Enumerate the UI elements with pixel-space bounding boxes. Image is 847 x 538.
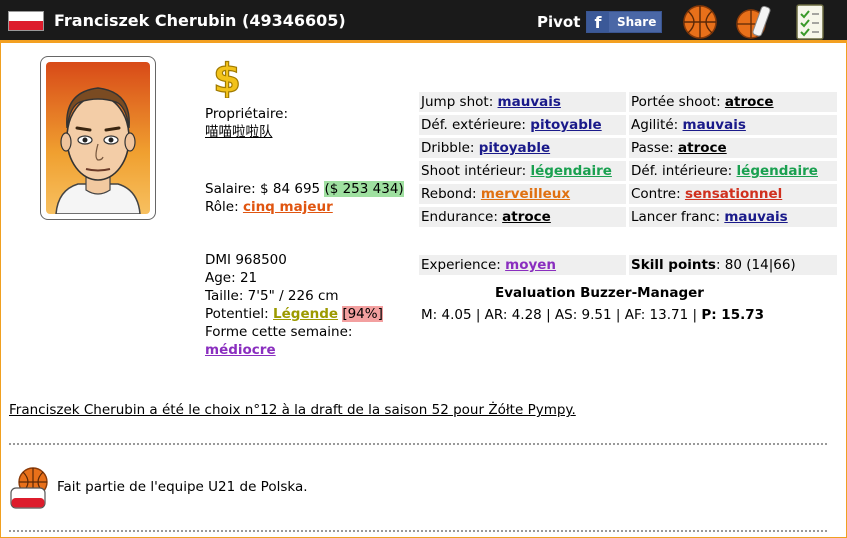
skill-label: Contre:	[631, 186, 685, 202]
skill-label: Endurance:	[421, 209, 503, 225]
skill-label: Jump shot:	[421, 94, 498, 110]
skill-value-link[interactable]: sensationnel	[685, 186, 782, 202]
checklist-icon[interactable]	[789, 2, 833, 42]
skill-shot-range: Portée shoot: atroce	[629, 92, 837, 112]
skill-value-link[interactable]: mauvais	[724, 209, 787, 225]
salary-label: Salaire: $ 84 695	[205, 181, 325, 197]
poland-flag-icon	[8, 11, 44, 31]
player-face-image	[55, 87, 141, 214]
age-text: Age: 21	[205, 270, 258, 286]
skill-value-link[interactable]: pitoyable	[479, 140, 550, 156]
facebook-icon: f	[587, 12, 609, 32]
skill-label: Portée shoot:	[631, 94, 725, 110]
evaluation-line: M: 4.05 | AR: 4.28 | AS: 9.51 | AF: 13.7…	[421, 307, 764, 323]
skill-value-link[interactable]: merveilleux	[481, 186, 570, 202]
role-line: Rôle: cinq majeur	[205, 198, 333, 216]
skill-value-link[interactable]: atroce	[678, 140, 727, 156]
experience-label: Experience:	[421, 257, 506, 273]
skill-value-link[interactable]: atroce	[725, 94, 774, 110]
potential-label: Potentiel:	[205, 306, 274, 322]
share-label: Share	[617, 15, 657, 29]
skill-value-link[interactable]: légendaire	[530, 163, 611, 179]
owner-name-link[interactable]: 喵喵啦啦队	[205, 123, 273, 141]
dollar-icon: $	[212, 56, 241, 98]
skill-points-row: Skill points: 80 (14|66)	[629, 255, 837, 275]
skill-inside-defense: Déf. intérieure: légendaire	[629, 161, 837, 181]
skill-free-throw: Lancer franc: mauvais	[629, 207, 837, 227]
basketball-bottle-icon[interactable]	[733, 2, 777, 42]
form-link[interactable]: médiocre	[205, 342, 276, 358]
experience-link[interactable]: moyen	[505, 257, 556, 273]
player-portrait	[40, 56, 156, 220]
player-header: Franciszek Cherubin (49346605) Pivot f S…	[0, 0, 847, 43]
skill-value-link[interactable]: mauvais	[683, 117, 746, 133]
player-title: Franciszek Cherubin (49346605)	[54, 11, 346, 30]
form-label: Forme cette semaine:	[205, 324, 353, 340]
dmi-text: DMI 968500	[205, 252, 287, 268]
form-link-line: médiocre	[205, 341, 276, 359]
skill-outside-defense: Déf. extérieure: pitoyable	[419, 115, 626, 135]
skill-value-link[interactable]: atroce	[502, 209, 551, 225]
skill-points-value: : 80 (14|66)	[715, 257, 796, 273]
team-membership-text: Fait partie de l'equipe U21 de Polska.	[57, 479, 308, 495]
skill-inside-shot: Shoot intérieur: légendaire	[419, 161, 626, 181]
owner-label: Propriétaire:	[205, 106, 289, 122]
skill-label: Shoot intérieur:	[421, 163, 531, 179]
salary-line: Salaire: $ 84 695 ($ 253 434)	[205, 180, 404, 198]
evaluation-p-value: P: 15.73	[701, 307, 765, 323]
role-label: Rôle:	[205, 199, 243, 215]
role-link[interactable]: cinq majeur	[243, 199, 333, 215]
player-position: Pivot	[537, 13, 581, 31]
skill-rebounding: Rebond: merveilleux	[419, 184, 626, 204]
potential-line: Potentiel: Légende [94%]	[205, 305, 383, 323]
skill-stamina: Endurance: atroce	[419, 207, 626, 227]
skill-label: Agilité:	[631, 117, 683, 133]
svg-text:$: $	[213, 56, 241, 98]
skill-points-label: Skill points	[631, 257, 716, 273]
skill-label: Passe:	[631, 140, 679, 156]
skill-jump-shot: Jump shot: mauvais	[419, 92, 626, 112]
skill-value-link[interactable]: pitoyable	[530, 117, 601, 133]
skill-value-link[interactable]: mauvais	[498, 94, 561, 110]
skill-label: Rebond:	[421, 186, 481, 202]
evaluation-values: M: 4.05 | AR: 4.28 | AS: 9.51 | AF: 13.7…	[421, 307, 702, 323]
skill-blocking: Contre: sensationnel	[629, 184, 837, 204]
experience-row: Experience: moyen	[419, 255, 626, 275]
skill-label: Lancer franc:	[631, 209, 725, 225]
skill-passing: Passe: atroce	[629, 138, 837, 158]
dotted-divider	[9, 443, 827, 445]
skill-dribble: Dribble: pitoyable	[419, 138, 626, 158]
skill-agility: Agilité: mauvais	[629, 115, 837, 135]
skill-value-link[interactable]: légendaire	[737, 163, 818, 179]
dotted-divider-bottom	[9, 530, 827, 532]
salary-extra: ($ 253 434)	[324, 181, 404, 197]
draft-info-link[interactable]: Franciszek Cherubin a été le choix n°12 …	[9, 402, 576, 418]
basketball-icon[interactable]	[678, 2, 722, 42]
facebook-share-button[interactable]: f Share	[586, 11, 662, 33]
skill-label: Déf. extérieure:	[421, 117, 531, 133]
potential-link[interactable]: Légende	[273, 306, 338, 322]
evaluation-title: Evaluation Buzzer-Manager	[495, 285, 704, 301]
potential-percent: [94%]	[342, 306, 383, 322]
skill-label: Déf. intérieure:	[631, 163, 737, 179]
height-text: Taille: 7'5" / 226 cm	[205, 288, 339, 304]
skill-label: Dribble:	[421, 140, 479, 156]
national-team-icon	[10, 467, 48, 509]
